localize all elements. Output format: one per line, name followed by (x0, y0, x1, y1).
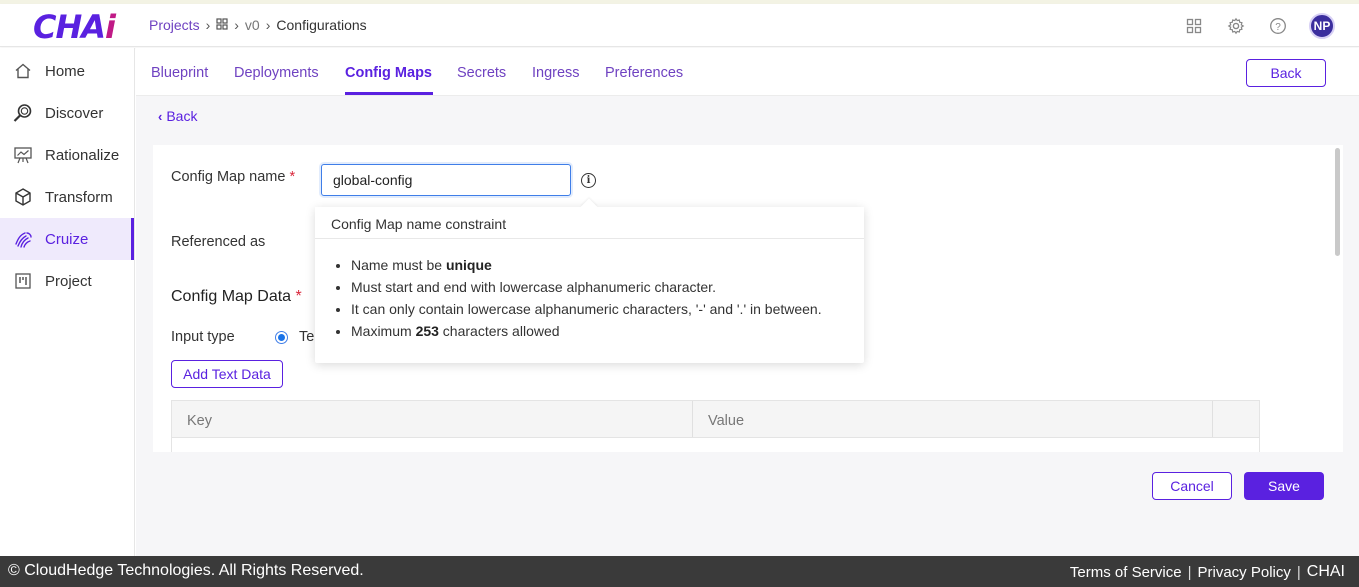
sidebar-item-discover[interactable]: Discover (0, 92, 134, 134)
data-table-header: Key Value (171, 400, 1260, 438)
popover-title: Config Map name constraint (315, 207, 864, 239)
footer-divider: | (1187, 563, 1192, 581)
chevron-left-icon: ‹ (158, 108, 163, 124)
sidebar-item-home[interactable]: Home (0, 50, 134, 92)
app-header: CHAi Projects › › v0 › Configurations ? … (0, 4, 1359, 47)
chevron-right-icon: › (234, 17, 239, 33)
breadcrumb-projects[interactable]: Projects (149, 17, 200, 33)
sidebar-item-transform[interactable]: Transform (0, 176, 134, 218)
tab-deployments[interactable]: Deployments (234, 65, 319, 81)
tab-config-maps[interactable]: Config Maps (345, 65, 432, 81)
copyright-text: © CloudHedge Technologies. All Rights Re… (8, 562, 364, 579)
breadcrumb-version[interactable]: v0 (245, 17, 260, 33)
constraint-list: Name must be unique Must start and end w… (351, 254, 822, 342)
name-constraint-popover: Config Map name constraint Name must be … (315, 198, 864, 363)
footer: © CloudHedge Technologies. All Rights Re… (0, 556, 1359, 587)
back-link[interactable]: ‹ Back (158, 108, 197, 124)
column-header-key: Key (187, 413, 212, 429)
list-item: It can only contain lowercase alphanumer… (351, 298, 822, 320)
list-item: Must start and end with lowercase alphan… (351, 276, 822, 298)
sidebar-item-label: Rationalize (45, 146, 120, 164)
chai-link[interactable]: CHAI (1307, 563, 1345, 581)
home-icon (13, 61, 33, 81)
cube-icon (13, 187, 33, 207)
scrollbar-thumb[interactable] (1335, 148, 1340, 256)
info-icon[interactable]: i (581, 173, 596, 188)
config-map-data-label: Config Map Data * (171, 288, 302, 305)
sidebar-item-label: Discover (45, 104, 104, 122)
referenced-as-label: Referenced as (171, 234, 266, 250)
sidebar: Home Discover Rationalize Transform Crui… (0, 48, 135, 556)
chevron-right-icon: › (265, 17, 271, 33)
breadcrumb: Projects › › v0 › Configurations (149, 17, 367, 33)
board-icon (13, 271, 33, 291)
help-icon[interactable]: ? (1267, 15, 1289, 37)
privacy-policy-link[interactable]: Privacy Policy (1198, 564, 1291, 581)
sidebar-item-label: Cruize (45, 230, 89, 248)
input-type-text-radio[interactable] (275, 331, 288, 344)
sidebar-item-label: Project (45, 272, 92, 290)
column-divider (1212, 401, 1213, 437)
sidebar-item-project[interactable]: Project (0, 260, 134, 302)
column-header-value: Value (708, 413, 745, 429)
list-item: Name must be unique (351, 254, 822, 276)
chai-logo[interactable]: CHAi (33, 8, 116, 46)
footer-links: Terms of Service | Privacy Policy | CHAI (1070, 563, 1345, 581)
grid-icon[interactable] (216, 17, 228, 33)
add-text-data-button[interactable]: Add Text Data (171, 360, 283, 388)
input-type-text-label: Te (299, 329, 315, 345)
tab-preferences[interactable]: Preferences (605, 65, 683, 81)
apps-grid-icon[interactable] (1183, 15, 1205, 37)
column-divider (692, 401, 693, 437)
tab-bar: Blueprint Deployments Config Maps Secret… (136, 48, 1359, 96)
cancel-button[interactable]: Cancel (1152, 472, 1232, 500)
back-button[interactable]: Back (1246, 59, 1326, 87)
input-type-label: Input type (171, 329, 235, 345)
tab-blueprint[interactable]: Blueprint (151, 65, 208, 81)
tab-secrets[interactable]: Secrets (457, 65, 506, 81)
svg-text:?: ? (1275, 22, 1281, 33)
save-button[interactable]: Save (1244, 472, 1324, 500)
sidebar-item-rationalize[interactable]: Rationalize (0, 134, 134, 176)
fingerprint-icon (13, 229, 33, 249)
footer-divider: | (1296, 563, 1301, 581)
list-item: Maximum 253 characters allowed (351, 320, 822, 342)
table-row (171, 438, 1260, 452)
sidebar-item-label: Transform (45, 188, 113, 206)
tab-ingress[interactable]: Ingress (532, 65, 580, 81)
header-actions: ? NP (1183, 13, 1335, 39)
search-icon (13, 103, 33, 123)
sidebar-item-cruize[interactable]: Cruize (0, 218, 134, 260)
sidebar-item-label: Home (45, 62, 86, 80)
avatar[interactable]: NP (1309, 13, 1335, 39)
breadcrumb-current: Configurations (276, 17, 367, 33)
terms-of-service-link[interactable]: Terms of Service (1070, 564, 1182, 581)
gear-icon[interactable] (1225, 15, 1247, 37)
active-tab-indicator (345, 92, 433, 95)
config-map-name-label: Config Map name * (171, 169, 296, 185)
presentation-icon (13, 145, 33, 165)
config-map-name-input[interactable] (321, 164, 571, 196)
chevron-right-icon: › (205, 17, 211, 33)
